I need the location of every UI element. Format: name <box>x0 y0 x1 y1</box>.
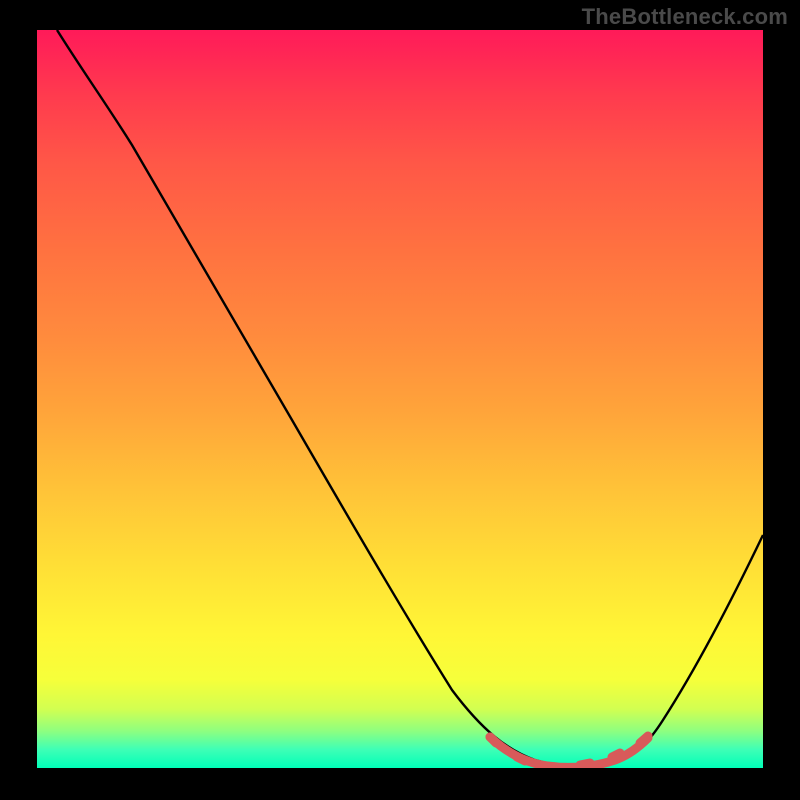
chart-frame: TheBottleneck.com <box>0 0 800 800</box>
optimum-marker <box>490 736 648 767</box>
watermark-text: TheBottleneck.com <box>582 4 788 30</box>
curve-svg <box>37 30 763 768</box>
plot-area <box>37 30 763 768</box>
bottleneck-curve <box>57 30 763 766</box>
